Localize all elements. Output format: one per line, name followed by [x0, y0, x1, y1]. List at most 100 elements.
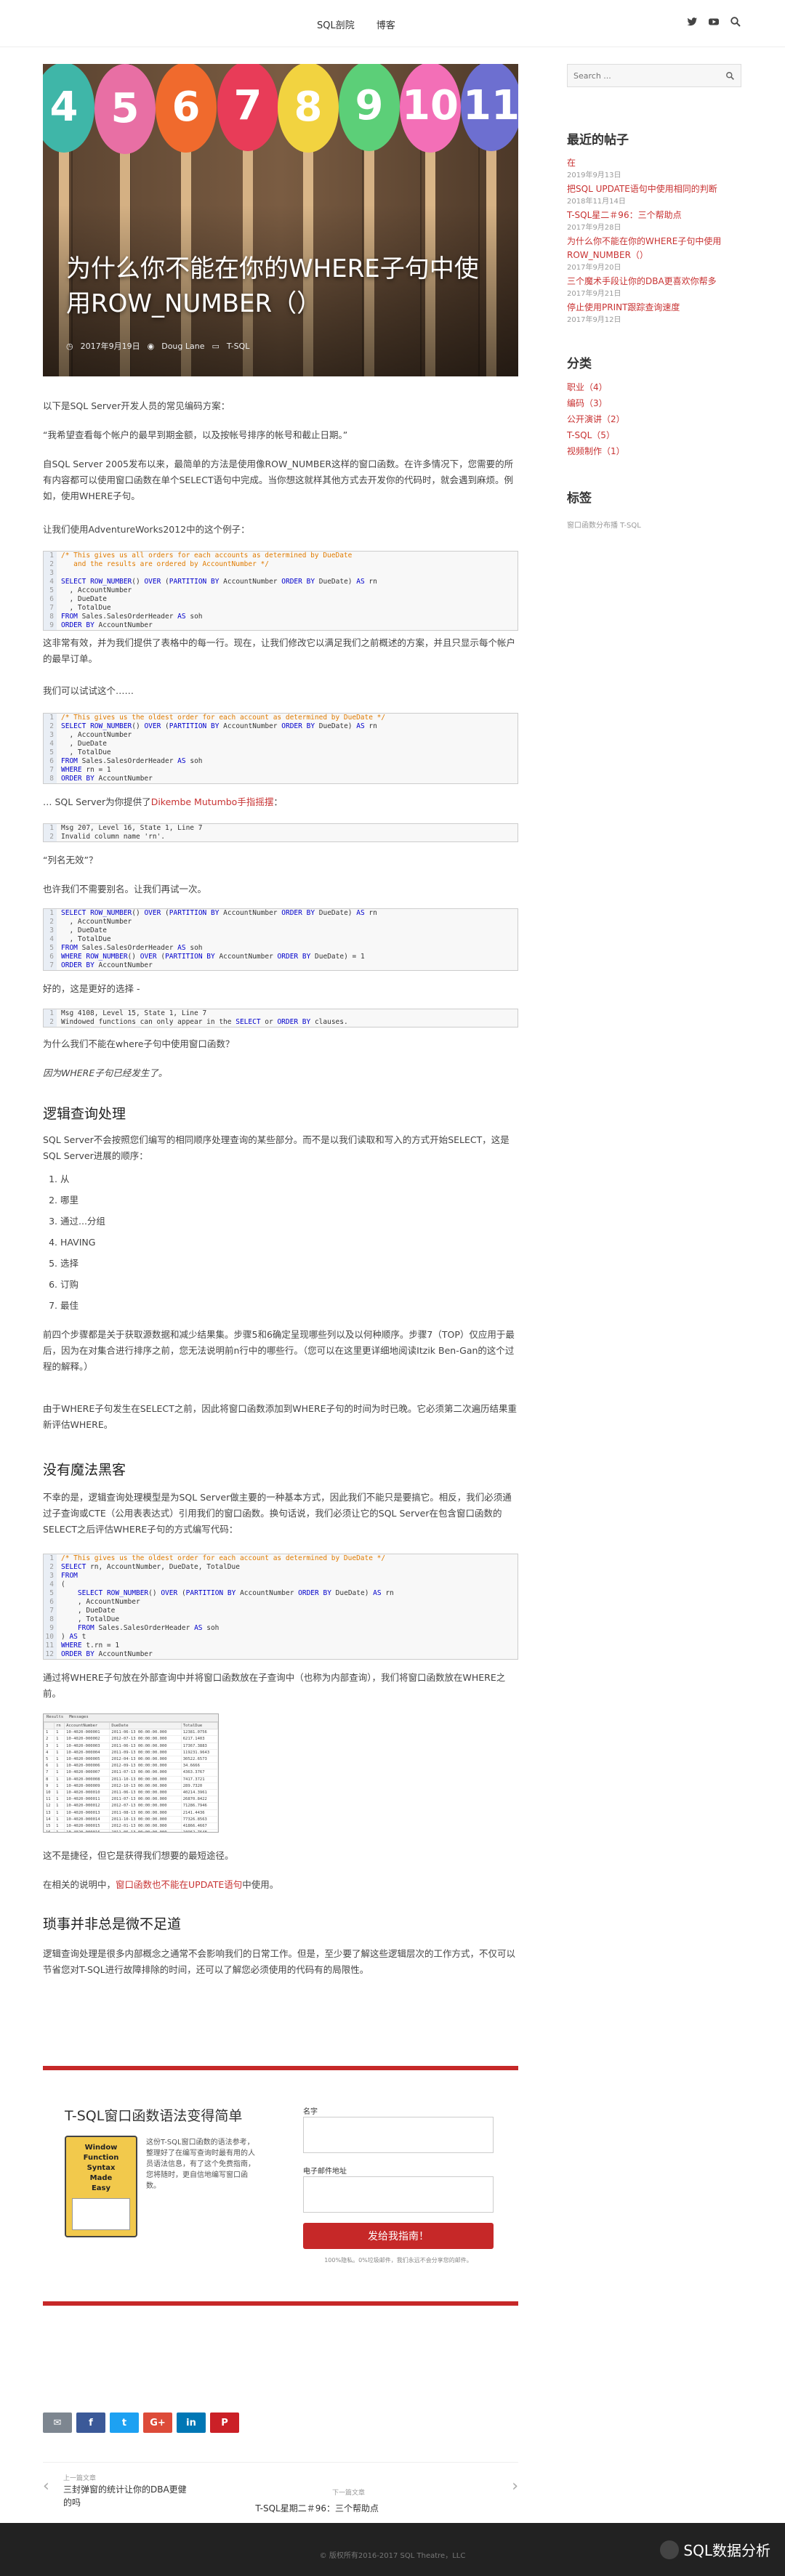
table-cell: 2011-08-13 00:00:00.000	[109, 1809, 182, 1817]
sidebar-search-input[interactable]	[568, 65, 720, 86]
line-number: 1	[44, 1009, 57, 1018]
code-line: 3 FROM	[44, 1572, 518, 1580]
post-author[interactable]: Doug Lane	[161, 342, 204, 351]
table-cell: 34.6666	[180, 1762, 218, 1770]
code-line: 6 WHERE ROW_NUMBER() OVER (PARTITION BY A…	[44, 953, 518, 961]
code-block[interactable]: 1 /* This gives us all orders for each ac…	[43, 551, 518, 631]
category-link[interactable]: 视频制作（1）	[567, 446, 625, 456]
code-block[interactable]: 1 SELECT ROW_NUMBER() OVER (PARTITION BY …	[43, 908, 518, 971]
email-input[interactable]	[303, 2176, 494, 2213]
prev-post-link[interactable]: 三封弹窗的统计让你的DBA更健的吗	[63, 2483, 194, 2509]
wechat-icon	[660, 2540, 680, 2559]
table-cell: 13	[44, 1809, 55, 1817]
recent-post-link[interactable]: 在	[567, 158, 576, 168]
categories-list: 职业（4） 编码（3） 公开演讲（2） T-SQL（5） 视频制作（1）	[567, 379, 741, 459]
share-facebook-button[interactable]: f	[76, 2413, 105, 2433]
tag-cloud[interactable]: 窗口函数分布播 T-SQL	[567, 519, 741, 530]
table-cell: 1	[54, 1796, 65, 1804]
paragraph: 这不是捷径，但它是获得我们想要的最短途径。	[43, 1850, 234, 1861]
code-text: , DueDate	[61, 1607, 116, 1615]
paragraph: 在相关的说明中，窗口函数也不能在UPDATE语句中使用。	[43, 1877, 518, 1893]
sidebar-search	[567, 64, 741, 87]
wooden-spoons-illustration: 4567 891011	[43, 64, 518, 376]
paragraph: 自SQL Server 2005发布以来，最简单的方法是使用像ROW_NUMBE…	[43, 459, 514, 501]
code-line: 1 SELECT ROW_NUMBER() OVER (PARTITION BY …	[44, 909, 518, 918]
twitter-icon[interactable]	[686, 16, 698, 28]
share-linkedin-button[interactable]: in	[177, 2413, 206, 2433]
watermark: SQL数据分析	[660, 2539, 770, 2560]
code-line: 4 , DueDate	[44, 740, 518, 748]
recent-post-date: 2017年9月12日	[567, 316, 621, 324]
hero-image: 4567 891011 为什么你不能在你的WHERE子句中使用ROW_NUMBE…	[43, 64, 518, 376]
line-number: 11	[44, 1642, 57, 1650]
search-icon[interactable]	[730, 16, 741, 28]
first-name-input[interactable]	[303, 2117, 494, 2153]
nav-item-blog[interactable]: 博客	[377, 17, 395, 31]
table-cell: 1	[54, 1822, 65, 1830]
paragraph-text: … SQL Server为你提供了	[43, 796, 151, 807]
share-twitter-button[interactable]: t	[110, 2413, 139, 2433]
next-post-link[interactable]: T-SQL星期二＃96：三个帮助点	[204, 2500, 379, 2516]
update-link[interactable]: 窗口函数也不能在UPDATE语句	[116, 1879, 242, 1890]
recent-post-link[interactable]: 为什么你不能在你的WHERE子句中使用ROW_NUMBER（）	[567, 236, 721, 260]
recent-post-date: 2017年9月28日	[567, 224, 621, 232]
code-block[interactable]: 1 Msg 207, Level 16, State 1, Line 7 2 Inva…	[43, 823, 518, 842]
processing-order-list: 从 哪里 通过...分组 HAVING 选择 订购 最佳	[43, 1168, 105, 1316]
table-cell: 2012-01-13 00:00:00.000	[109, 1822, 182, 1830]
paragraph: 由于WHERE子句发生在SELECT之前，因此将窗口函数添加到WHERE子句的时…	[43, 1403, 518, 1430]
code-text: Windowed functions can only appear in th…	[61, 1018, 348, 1026]
share-googleplus-button[interactable]: G+	[143, 2413, 172, 2433]
post-category[interactable]: T-SQL	[227, 342, 249, 351]
section-heading: 琐事并非总是微不足道	[43, 1916, 182, 1932]
category-link[interactable]: T-SQL（5）	[567, 430, 615, 440]
youtube-icon[interactable]	[708, 16, 720, 28]
recent-post-date: 2017年9月20日	[567, 264, 621, 272]
code-block[interactable]: 1 Msg 4108, Level 15, State 1, Line 7 2 Win…	[43, 1009, 518, 1027]
recent-post-link[interactable]: 停止使用PRINT跟踪查询速度	[567, 302, 680, 312]
category-link[interactable]: 职业（4）	[567, 382, 608, 392]
nav-item-home[interactable]: SQL剖院	[317, 17, 355, 31]
line-number: 7	[44, 1607, 57, 1615]
category-link[interactable]: 公开演讲（2）	[567, 414, 625, 424]
share-buttons: ✉ f t G+ in P	[43, 2413, 239, 2433]
code-text: ORDER BY AccountNumber	[61, 621, 153, 629]
code-line: 3 , DueDate	[44, 926, 518, 935]
code-block[interactable]: 1 /* This gives us the oldest order for e…	[43, 713, 518, 784]
send-guide-button[interactable]: 发给我指南！	[303, 2223, 494, 2249]
line-number: 6	[44, 757, 57, 766]
code-text: FROM Sales.SalesOrderHeader AS soh	[61, 944, 203, 952]
table-cell: 10-4020-000005	[64, 1756, 110, 1764]
search-icon[interactable]	[725, 70, 735, 84]
line-number: 10	[44, 1633, 57, 1642]
email-label: 电子邮件地址	[303, 2168, 347, 2176]
book-line: Syntax	[86, 2164, 116, 2172]
paragraph: “我希望查看每个帐户的最早到期金额，以及按帐号排序的帐号和截止日期。”	[43, 429, 348, 440]
share-pinterest-button[interactable]: P	[210, 2413, 239, 2433]
chevron-right-icon[interactable]: ›	[512, 2477, 518, 2495]
table-cell: 2011-07-13 00:00:00.000	[109, 1769, 182, 1777]
line-number: 8	[44, 775, 57, 783]
code-line: 5 , TotalDue	[44, 748, 518, 757]
line-number: 8	[44, 613, 57, 621]
recent-post-link[interactable]: 把SQL UPDATE语句中使用相同的判断	[567, 184, 717, 194]
category-link[interactable]: 编码（3）	[567, 398, 608, 408]
paragraph: … SQL Server为你提供了Dikembe Mutumbo手指摇摆：	[43, 794, 518, 810]
recent-post-link[interactable]: 三个魔术手段让你的DBA更喜欢你帮多	[567, 276, 717, 286]
table-cell: 10	[44, 1789, 55, 1797]
code-line: 6 FROM Sales.SalesOrderHeader AS soh	[44, 757, 518, 766]
table-cell: 8	[44, 1775, 55, 1783]
tags-heading: 标签	[567, 491, 592, 506]
recent-post-link[interactable]: T-SQL星二＃96：三个帮助点	[567, 210, 682, 220]
table-cell: 10-4020-000008	[64, 1775, 110, 1783]
list-item: HAVING	[60, 1232, 105, 1253]
table-cell: 1	[54, 1756, 65, 1764]
chevron-left-icon[interactable]: ‹	[43, 2477, 49, 2495]
table-cell: 10-4020-000009	[64, 1782, 110, 1790]
code-block[interactable]: 1 /* This gives us the oldest order for e…	[43, 1554, 518, 1660]
code-text: WHERE rn = 1	[61, 766, 111, 774]
share-email-button[interactable]: ✉	[43, 2413, 72, 2433]
dikembe-link[interactable]: Dikembe Mutumbo手指摇摆	[151, 796, 274, 807]
book-line: Made	[89, 2174, 113, 2182]
user-icon: ◉	[147, 341, 155, 351]
guide-book-cover: Window Function Syntax Made Easy	[65, 2136, 137, 2237]
